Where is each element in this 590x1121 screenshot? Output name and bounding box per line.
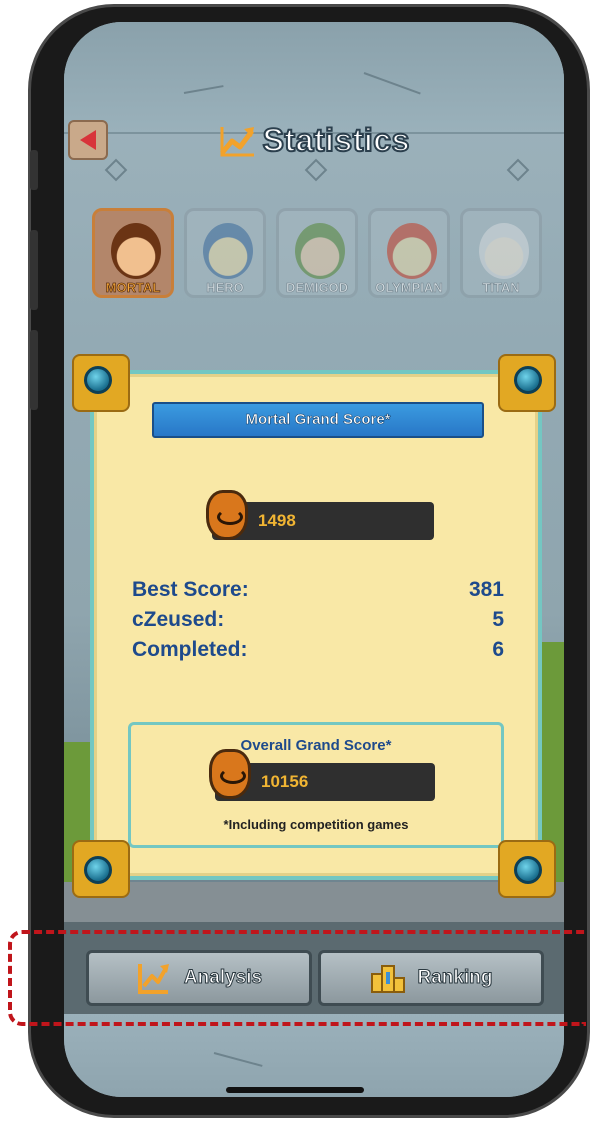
stat-row-completed: Completed: 6 (132, 638, 504, 662)
grand-score-value: 1498 (258, 511, 296, 530)
ornament-diamond (104, 158, 128, 182)
gem-icon (84, 856, 112, 884)
gem-icon (514, 856, 542, 884)
level-label: TITAN (482, 280, 520, 295)
stat-row-czeused: cZeused: 5 (132, 608, 504, 632)
level-label: HERO (206, 280, 244, 295)
stat-value: 5 (492, 608, 504, 631)
hero-avatar (203, 223, 253, 279)
level-tab-hero[interactable]: HERO (184, 208, 266, 298)
panel-corner-ornament (72, 840, 130, 898)
home-indicator[interactable] (226, 1087, 364, 1093)
score-panel: Mortal Grand Score* 1498 Best Score: 381… (90, 370, 542, 880)
gem-icon (514, 366, 542, 394)
phone-silent-switch (30, 150, 38, 190)
level-label: DEMIGOD (285, 280, 349, 295)
trend-arrow-icon (220, 126, 255, 156)
level-tab-mortal[interactable]: MORTAL (92, 208, 174, 298)
stat-label: Completed: (132, 638, 248, 661)
overall-score-box: Overall Grand Score* 10156 *Including co… (128, 722, 504, 848)
level-tab-titan[interactable]: TITAN (460, 208, 542, 298)
overall-title: Overall Grand Score* (240, 737, 392, 754)
page-title: Statistics (262, 121, 411, 159)
stat-label: Best Score: (132, 578, 249, 601)
level-tab-demigod[interactable]: DEMIGOD (276, 208, 358, 298)
level-label: MORTAL (105, 280, 161, 295)
stat-label: cZeused: (132, 608, 225, 631)
ornament-diamond (304, 158, 328, 182)
level-tab-olympian[interactable]: OLYMPIAN (368, 208, 450, 298)
phone-volume-up (30, 230, 38, 310)
level-tabs: MORTAL HERO DEMIGOD OLYMPIAN TITAN (92, 208, 552, 308)
gem-icon (84, 366, 112, 394)
panel-corner-ornament (72, 354, 130, 412)
overall-score-value: 10156 (261, 772, 309, 791)
stone-wall-bottom (64, 1014, 564, 1097)
overall-note: *Including competition games (223, 817, 409, 832)
phone-volume-down (30, 330, 38, 410)
olympian-avatar (387, 223, 437, 279)
panel-corner-ornament (498, 354, 556, 412)
vase-icon (206, 490, 248, 540)
titan-avatar (479, 223, 529, 279)
stone-wall-top (64, 22, 564, 134)
mortal-avatar (111, 223, 161, 279)
title-bar: Statistics (64, 121, 564, 159)
stat-value: 381 (468, 578, 504, 601)
highlight-annotation-box (8, 930, 586, 1026)
panel-corner-ornament (498, 840, 556, 898)
stat-value: 6 (492, 638, 504, 661)
stat-row-best-score: Best Score: 381 (132, 578, 504, 602)
vase-icon (209, 749, 251, 799)
level-label: OLYMPIAN (375, 280, 443, 295)
panel-header: Mortal Grand Score* (152, 402, 484, 438)
ornament-diamond (506, 158, 530, 182)
demigod-avatar (295, 223, 345, 279)
